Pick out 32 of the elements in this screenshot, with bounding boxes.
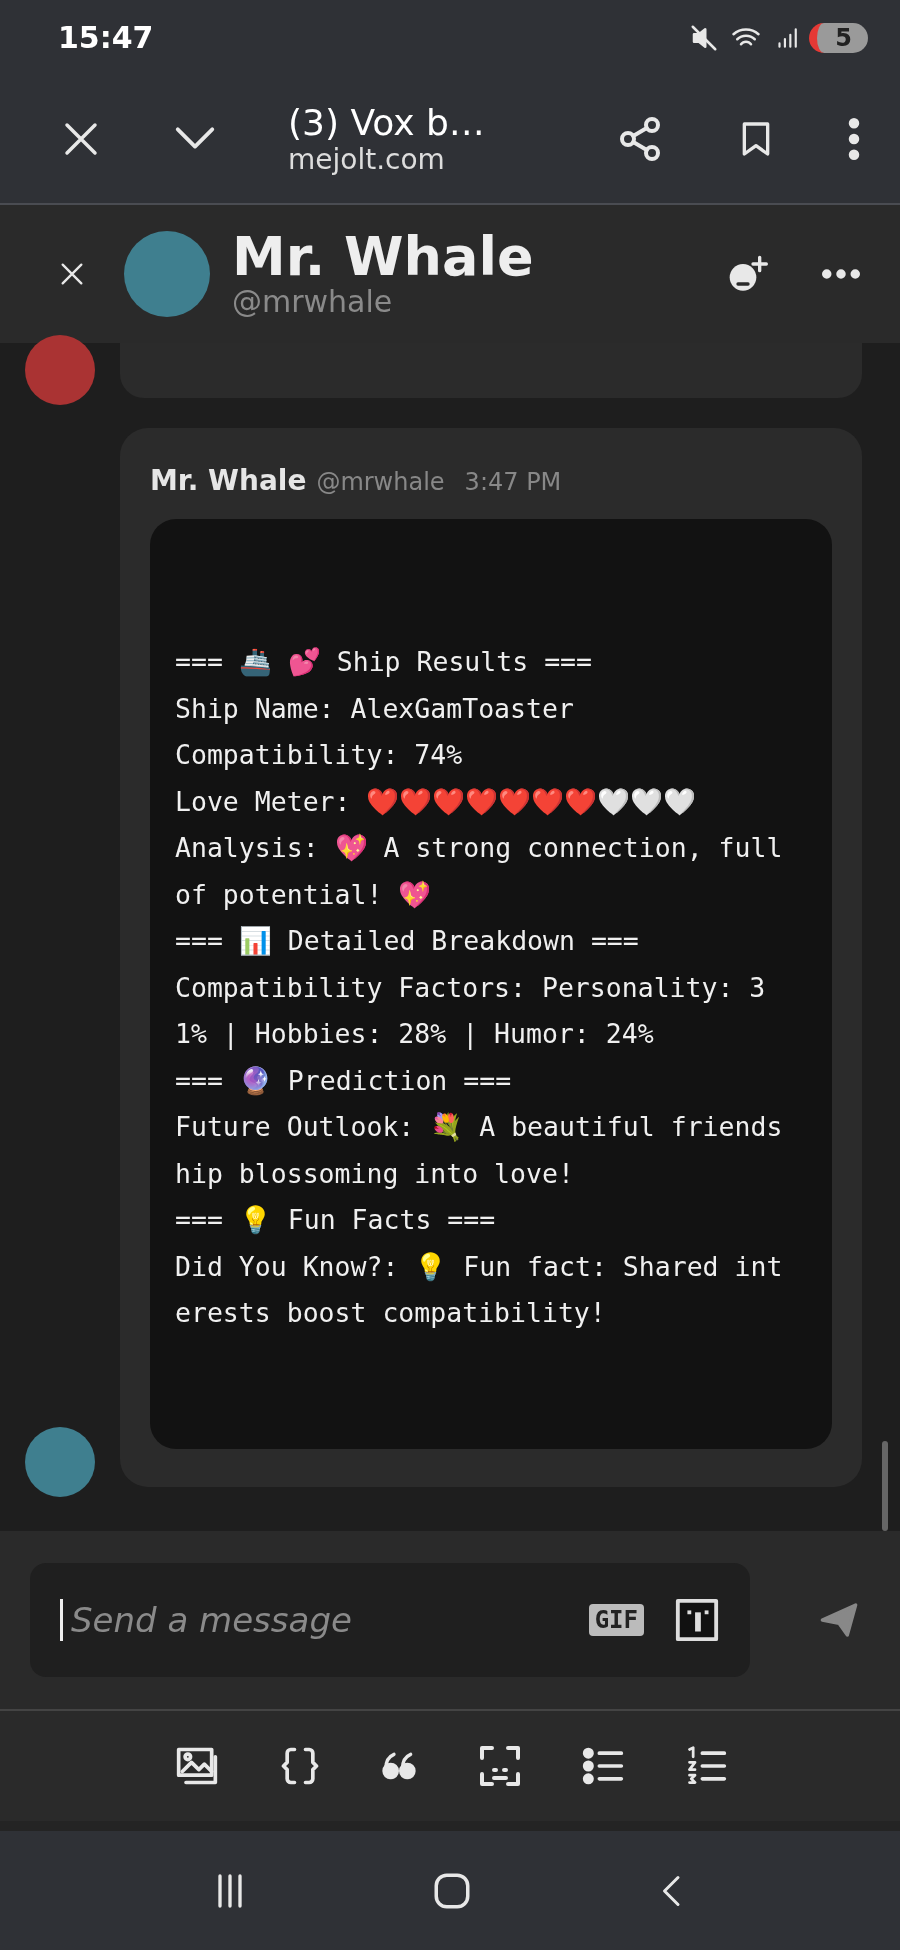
code-line: erests boost compatibility!: [175, 1296, 607, 1330]
code-line: === 💡 Fun Facts ===: [175, 1203, 497, 1237]
sticker-icon[interactable]: [674, 1597, 720, 1643]
page-title: (3) Vox b…: [288, 102, 486, 143]
author-handle: @mrwhale: [316, 468, 445, 496]
message-input[interactable]: Send a message: [60, 1599, 569, 1641]
code-line: 1% | Hobbies: 28% | Humor: 24%: [175, 1017, 655, 1052]
scrollbar[interactable]: [882, 1441, 888, 1531]
message-field[interactable]: Send a message GIF: [30, 1563, 750, 1677]
code-line: Future Outlook: 💐 A beautiful friends: [175, 1110, 784, 1144]
message-author[interactable]: Mr. Whale: [150, 464, 307, 497]
code-line: Love Meter: ❤❤❤❤❤❤❤🤍🤍🤍: [175, 784, 698, 819]
code-line: Ship Name: AlexGamToaster: [175, 691, 575, 726]
code-line: === 📊 Detailed Breakdown ===: [175, 924, 640, 958]
code-line: hip blossoming into love!: [175, 1156, 575, 1191]
code-line: Compatibility Factors: Personality: 3: [175, 970, 767, 1005]
code-line: Did You Know?: 💡 Fun fact: Shared int: [175, 1249, 784, 1284]
status-time: 15:47: [58, 20, 154, 55]
code-line: Compatibility: 74%: [175, 738, 464, 772]
chat-title: Mr. Whale: [232, 229, 534, 284]
gif-button[interactable]: GIF: [588, 1604, 644, 1636]
more-icon[interactable]: [848, 118, 860, 160]
page-url: mejolt.com: [288, 143, 446, 176]
code-line: of potential! 💖: [175, 877, 433, 912]
code-line: Analysis: 💖 A strong connection, full: [175, 831, 784, 865]
send-icon[interactable]: [818, 1600, 860, 1640]
message-time: 3:47 PM: [464, 468, 562, 496]
more-icon[interactable]: [822, 269, 860, 279]
code-line: === 🔮 Prediction ===: [175, 1063, 513, 1098]
battery-level: 5: [809, 22, 868, 53]
chat-handle: @mrwhale: [232, 283, 394, 319]
code-line: === 🚢 💕 Ship Results ===: [175, 645, 593, 679]
